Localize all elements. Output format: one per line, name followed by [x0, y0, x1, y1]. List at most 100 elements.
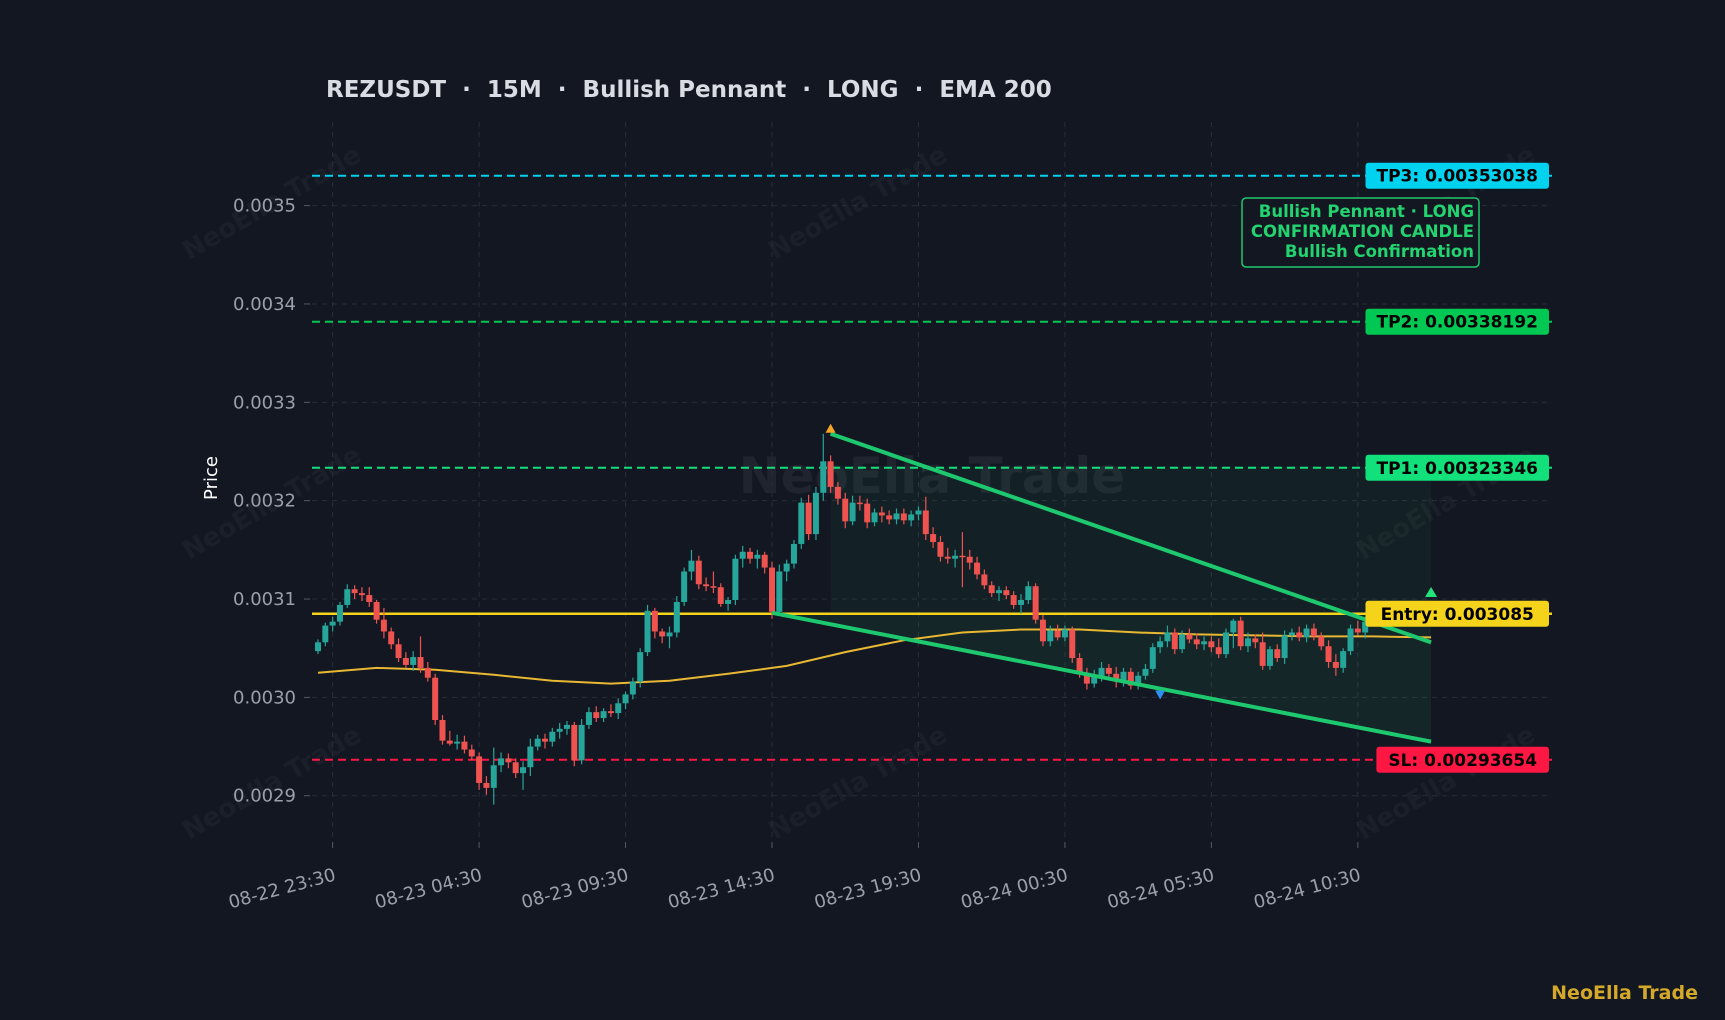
candle-body [842, 498, 849, 522]
x-tick-label: 08-24 00:30 [959, 865, 1071, 914]
candle-body [527, 746, 534, 768]
candle-body [1354, 628, 1361, 633]
candle-body [725, 600, 732, 604]
candle-body [944, 556, 951, 559]
y-tick-label: 0.0031 [233, 589, 296, 610]
pivot-low-marker [1155, 690, 1166, 700]
candle-body [498, 758, 505, 766]
candle-body [1318, 636, 1325, 647]
x-tick-label: 08-23 04:30 [373, 865, 485, 914]
y-tick-label: 0.0029 [233, 786, 296, 807]
candle-body [432, 677, 439, 721]
candle-body [315, 642, 321, 652]
candle-body [790, 543, 797, 564]
candle-body [549, 731, 556, 742]
candle-body [373, 601, 380, 620]
y-tick-label: 0.0033 [233, 392, 296, 413]
level-tag-text-entry: Entry: 0.003085 [1381, 605, 1534, 625]
level-tag-text-tp3: TP3: 0.00353038 [1376, 167, 1538, 187]
candle-body [988, 585, 995, 594]
candle-body [329, 621, 336, 626]
candle-body [395, 644, 402, 659]
candle-body [322, 625, 329, 643]
candle-body [1025, 586, 1032, 601]
candle-body [505, 758, 512, 763]
candle-body [1266, 649, 1273, 666]
candle-body [1061, 629, 1068, 638]
candle-body [981, 574, 988, 586]
x-tick-label: 08-24 05:30 [1105, 865, 1217, 914]
candle-body [1047, 630, 1054, 642]
candle-body [856, 502, 863, 505]
candle-body [827, 461, 834, 487]
candle-body [900, 513, 907, 521]
candle-body [1032, 586, 1039, 620]
candle-body [607, 711, 614, 714]
candle-body [1193, 639, 1200, 645]
candle-body [439, 720, 446, 741]
candle-body [402, 658, 409, 665]
x-tick-label: 08-24 10:30 [1252, 865, 1364, 914]
candle-body [585, 712, 592, 725]
candle-body [930, 534, 937, 542]
candle-body [739, 551, 746, 559]
candle-body [1208, 641, 1215, 648]
candle-body [1179, 634, 1186, 650]
candle-body [659, 631, 666, 637]
candle-body [1017, 600, 1024, 605]
candle-body [1347, 628, 1354, 652]
candle-body [1149, 647, 1156, 669]
candle-body [1259, 642, 1266, 666]
candle-body [966, 556, 973, 563]
y-tick-label: 0.0030 [233, 687, 296, 708]
chart-container: NeoElla Trade NeoElla Trade NeoElla Trade N… [0, 0, 1725, 1020]
candle-body [534, 738, 541, 747]
candle-body [1244, 638, 1251, 647]
candle-body [761, 554, 768, 568]
brand-label: NeoElla Trade [1551, 982, 1698, 1004]
candle-body [783, 563, 790, 572]
candle-body [769, 567, 776, 612]
y-tick-label: 0.0032 [233, 491, 296, 512]
candle-body [512, 762, 519, 774]
candle-body [593, 712, 600, 719]
candle-body [1252, 638, 1259, 643]
candle-body [563, 724, 570, 729]
candle-body [1281, 635, 1288, 659]
candle-body [673, 601, 680, 633]
candle-body [1310, 628, 1317, 637]
candle-body [1288, 632, 1295, 636]
candle-body [571, 724, 578, 761]
candle-body [710, 586, 717, 588]
candle-body [820, 461, 827, 493]
y-axis-label: Price [201, 456, 222, 500]
candle-body [1230, 620, 1237, 633]
candle-body [1325, 646, 1332, 662]
x-tick-label: 08-23 14:30 [666, 865, 778, 914]
candle-body [622, 694, 629, 704]
candle-body [1223, 632, 1230, 655]
candle-body [600, 711, 607, 719]
level-tag-text-tp1: TP1: 0.00323346 [1376, 459, 1538, 479]
candle-body [893, 513, 900, 520]
candle-body [1340, 651, 1347, 668]
candle-body [886, 515, 893, 520]
candle-body [454, 741, 461, 744]
candle-body [871, 512, 878, 523]
candle-body [1296, 632, 1303, 638]
x-tick-label: 08-22 23:30 [226, 865, 338, 914]
y-tick-label: 0.0034 [233, 294, 296, 315]
candle-body [1069, 629, 1076, 659]
candle-body [637, 652, 644, 682]
candle-body [1332, 661, 1339, 668]
candle-body [424, 667, 431, 678]
candle-body [878, 512, 885, 516]
pivot-high-marker [825, 423, 836, 433]
candle-body [468, 749, 475, 757]
candle-body [864, 503, 871, 523]
pattern-channel-layer [772, 466, 1432, 742]
candle-body [937, 541, 944, 557]
candle-body [1201, 641, 1208, 645]
candle-body [380, 619, 387, 632]
candle-body [703, 584, 710, 587]
